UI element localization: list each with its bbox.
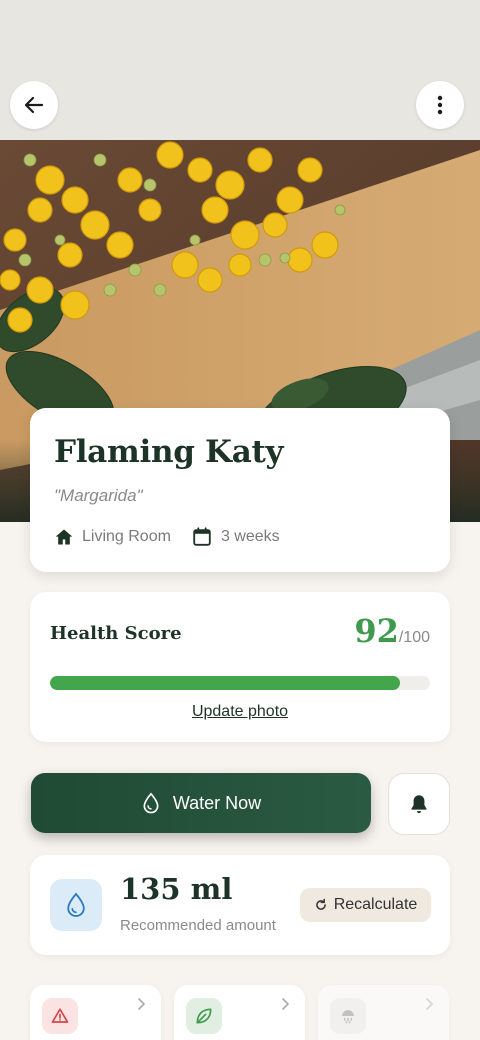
health-score-card: Health Score 92 /100 Update photo [30,592,450,742]
location-meta: Living Room [54,527,171,547]
water-now-button[interactable]: Water Now [31,773,371,833]
health-progress-track [50,676,430,690]
update-photo-link[interactable]: Update photo [30,703,450,721]
shower-icon [342,1010,354,1024]
location-label: Living Room [82,528,171,545]
water-drop-icon [143,792,159,814]
water-drop-icon [67,892,85,917]
quick-card-issues[interactable] [30,985,161,1040]
quick-card-care[interactable] [174,985,305,1040]
water-now-label: Water Now [172,792,262,813]
home-icon [55,529,73,545]
plant-meta-row: Living Room 3 weeks [54,526,426,548]
refresh-icon [315,898,326,910]
plant-info-card: Flaming Katy "Margarida" Living Room 3 w… [30,408,450,572]
recommended-amount-label: Recommended amount [120,917,276,934]
calendar-icon [193,527,211,546]
reminder-button[interactable] [388,773,450,835]
arrow-left-icon [24,96,44,114]
score-number: 92 [354,612,399,650]
health-score-value: 92 /100 [354,612,430,650]
warning-icon-tile [42,998,78,1034]
score-max: /100 [398,629,430,646]
age-label: 3 weeks [220,528,280,545]
bell-icon [411,795,427,814]
more-options-button[interactable] [416,81,464,129]
chevron-right-icon [282,998,290,1010]
quick-card-misting[interactable] [318,985,449,1040]
plant-nickname: "Margarida" [54,486,143,505]
watering-amount-card: 135 ml Recommended amount Recalculate [30,855,450,955]
recalculate-label: Recalculate [333,896,418,913]
chevron-right-icon [426,998,434,1010]
recalculate-button[interactable]: Recalculate [300,888,431,922]
back-button[interactable] [10,81,58,129]
leaf-icon-tile [186,998,222,1034]
status-area [0,0,480,140]
leaf-icon [196,1008,212,1024]
recommended-amount-value: 135 ml [120,872,233,906]
health-score-title: Health Score [50,623,182,644]
chevron-right-icon [138,998,146,1010]
more-vertical-icon [437,95,443,115]
warning-icon [51,1008,69,1023]
shower-icon-tile [330,998,366,1034]
drop-tile [50,879,102,931]
health-progress-fill [50,676,400,690]
plant-name: Flaming Katy [54,434,284,470]
age-meta: 3 weeks [191,526,280,548]
